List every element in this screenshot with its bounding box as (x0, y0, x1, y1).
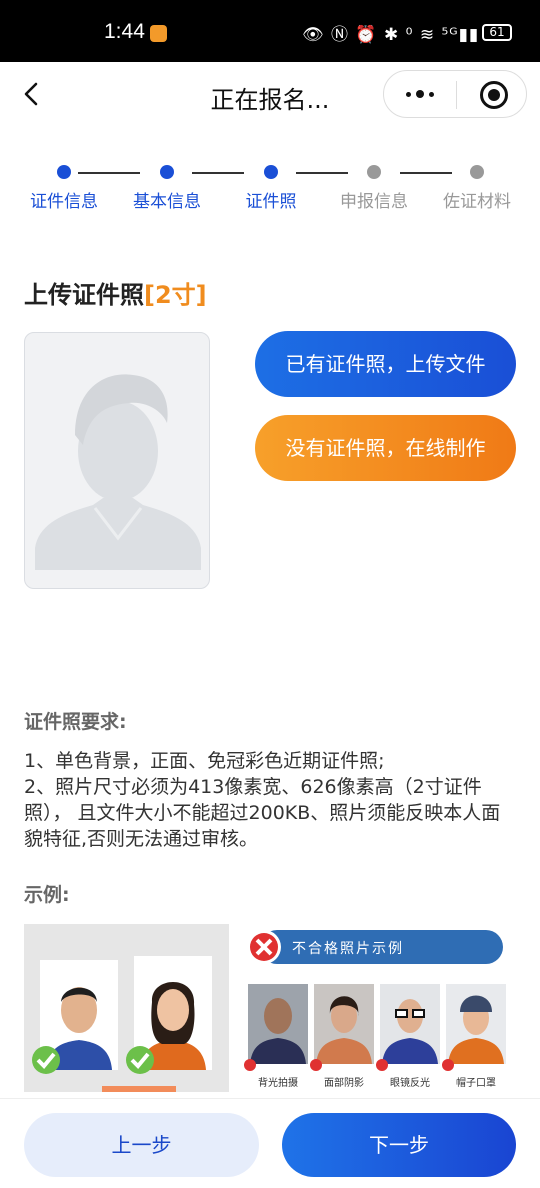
upload-photo-button[interactable]: 已有证件照，上传文件 (255, 331, 516, 397)
requirement-line-1: 1、单色背景，正面、免冠彩色近期证件照; (24, 750, 385, 772)
close-miniprogram-button[interactable] (480, 81, 508, 109)
battery-icon: 61 (482, 24, 512, 41)
status-bar: 1:44 👁 Ⓝ ⏰ ✱ ⁰ ≋ ⁵ᴳ▮▮ 61 (0, 0, 540, 62)
more-dot-icon (429, 91, 434, 97)
capsule-divider (456, 81, 457, 109)
step-dot (160, 165, 174, 179)
step-connector (78, 172, 140, 174)
requirements-text: 1、单色背景，正面、免冠彩色近期证件照; 2、照片尺寸必须为413像素宽、626… (24, 748, 519, 852)
unqualified-banner-text: 不合格照片示例 (292, 941, 404, 957)
upload-section-title: 上传证件照[2寸] (24, 275, 207, 310)
step-dot (367, 165, 381, 179)
example-title: 示例: (24, 884, 70, 906)
page-title: 正在报名... (210, 86, 330, 114)
unqualified-photo-example: 不合格照片示例 背光拍摄 面部阴影 眼镜反光 帽子口罩 (240, 924, 518, 1092)
requirements-title: 证件照要求: (24, 711, 127, 733)
step-dot (57, 165, 71, 179)
qualified-photo-example (24, 924, 229, 1092)
status-time: 1:44 (104, 20, 145, 43)
photo-size-tag: [2寸] (144, 281, 207, 309)
step-label: 佐证材料 (443, 192, 511, 212)
step-label: 基本信息 (133, 192, 201, 212)
qualified-example-image (32, 956, 212, 1092)
app-notification-icon (150, 25, 167, 42)
step-label: 证件照 (245, 192, 297, 212)
status-icons: 👁 Ⓝ ⏰ ✱ ⁰ ≋ ⁵ᴳ▮▮ (302, 25, 480, 45)
make-photo-online-button[interactable]: 没有证件照，在线制作 (255, 415, 516, 481)
upload-title-text: 上传证件照 (24, 281, 144, 309)
chevron-left-icon (24, 82, 38, 106)
nav-bar: 正在报名... (0, 62, 540, 128)
step-connector (400, 172, 452, 174)
step-label: 证件信息 (30, 192, 98, 212)
more-dot-icon (406, 91, 411, 97)
bad-label: 面部阴影 (324, 1078, 364, 1089)
target-icon (488, 89, 500, 101)
step-connector (192, 172, 244, 174)
more-button[interactable] (392, 79, 448, 109)
bad-label: 眼镜反光 (390, 1078, 430, 1089)
mini-program-capsule (383, 70, 527, 118)
next-step-button[interactable]: 下一步 (282, 1113, 516, 1177)
step-label: 申报信息 (340, 192, 408, 212)
bad-label: 背光拍摄 (258, 1078, 298, 1089)
back-button[interactable] (18, 78, 46, 110)
step-connector (296, 172, 348, 174)
person-silhouette-icon (35, 374, 201, 570)
previous-step-button[interactable]: 上一步 (24, 1113, 259, 1177)
photo-placeholder[interactable] (24, 332, 210, 589)
bad-label: 帽子口罩 (456, 1078, 496, 1089)
step-dot (264, 165, 278, 179)
bottom-action-bar: 上一步 下一步 (0, 1098, 540, 1188)
step-dot (470, 165, 484, 179)
progress-stepper: 证件信息 基本信息 证件照 申报信息 佐证材料 (0, 162, 540, 222)
more-dot-icon (416, 90, 424, 98)
requirement-line-2: 2、照片尺寸必须为413像素宽、626像素高（2寸证件照）， 且文件大小不能超过… (24, 776, 501, 850)
